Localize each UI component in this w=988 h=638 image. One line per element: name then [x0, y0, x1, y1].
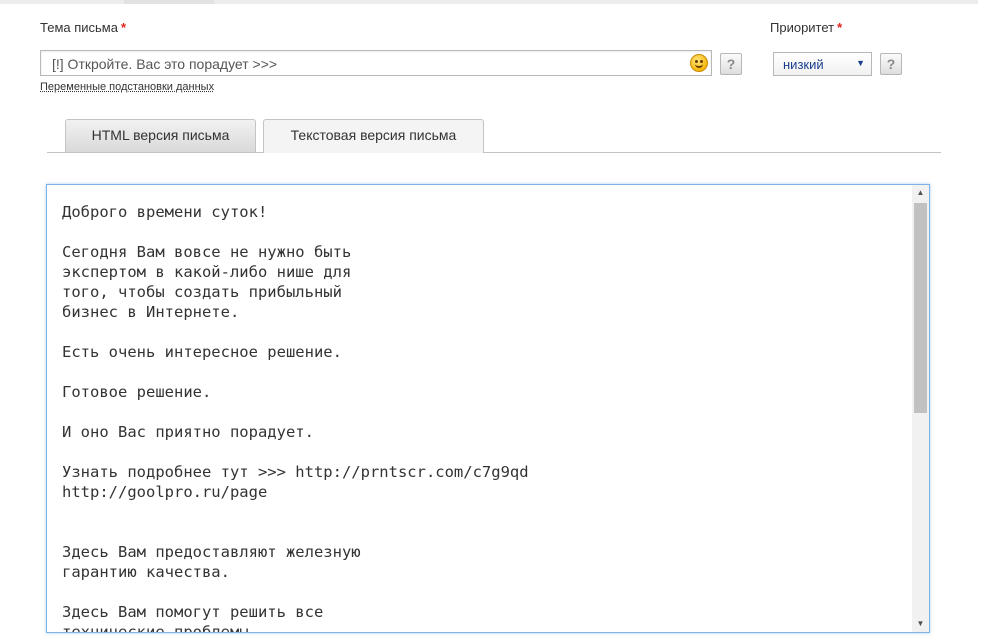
- priority-help-button[interactable]: ?: [880, 53, 902, 75]
- smiley-icon[interactable]: [690, 54, 708, 72]
- priority-value: низкий: [783, 57, 824, 72]
- editor-scrollbar[interactable]: ▲ ▼: [912, 185, 929, 632]
- scroll-thumb[interactable]: [914, 203, 927, 413]
- subject-label-text: Тема письма: [40, 20, 118, 35]
- subject-input[interactable]: [!] Откройте. Вас это порадует >>>: [40, 50, 712, 76]
- priority-label-text: Приоритет: [770, 20, 835, 35]
- scroll-down-arrow-icon[interactable]: ▼: [912, 616, 929, 632]
- required-mark: *: [837, 20, 843, 35]
- tabs-divider: [47, 152, 941, 153]
- tab-html-version[interactable]: HTML версия письма: [65, 119, 256, 152]
- top-bar: [0, 0, 978, 4]
- subject-label: Тема письма *: [40, 20, 126, 35]
- required-mark: *: [120, 20, 127, 35]
- chevron-down-icon: ▼: [856, 58, 865, 68]
- priority-select[interactable]: низкий ▼: [773, 52, 872, 76]
- top-bar-tab: [124, 0, 214, 4]
- scroll-up-arrow-icon[interactable]: ▲: [912, 185, 929, 201]
- message-text-editor[interactable]: Доброго времени суток! Сегодня Вам вовсе…: [46, 184, 930, 633]
- editor-content: Доброго времени суток! Сегодня Вам вовсе…: [62, 203, 529, 633]
- priority-label: Приоритет *: [770, 20, 842, 35]
- tab-text-version[interactable]: Текстовая версия письма: [263, 119, 484, 153]
- variables-link[interactable]: Переменные подстановки данных: [40, 81, 214, 93]
- subject-value: [!] Откройте. Вас это порадует >>>: [52, 56, 278, 72]
- subject-help-button[interactable]: ?: [720, 53, 742, 75]
